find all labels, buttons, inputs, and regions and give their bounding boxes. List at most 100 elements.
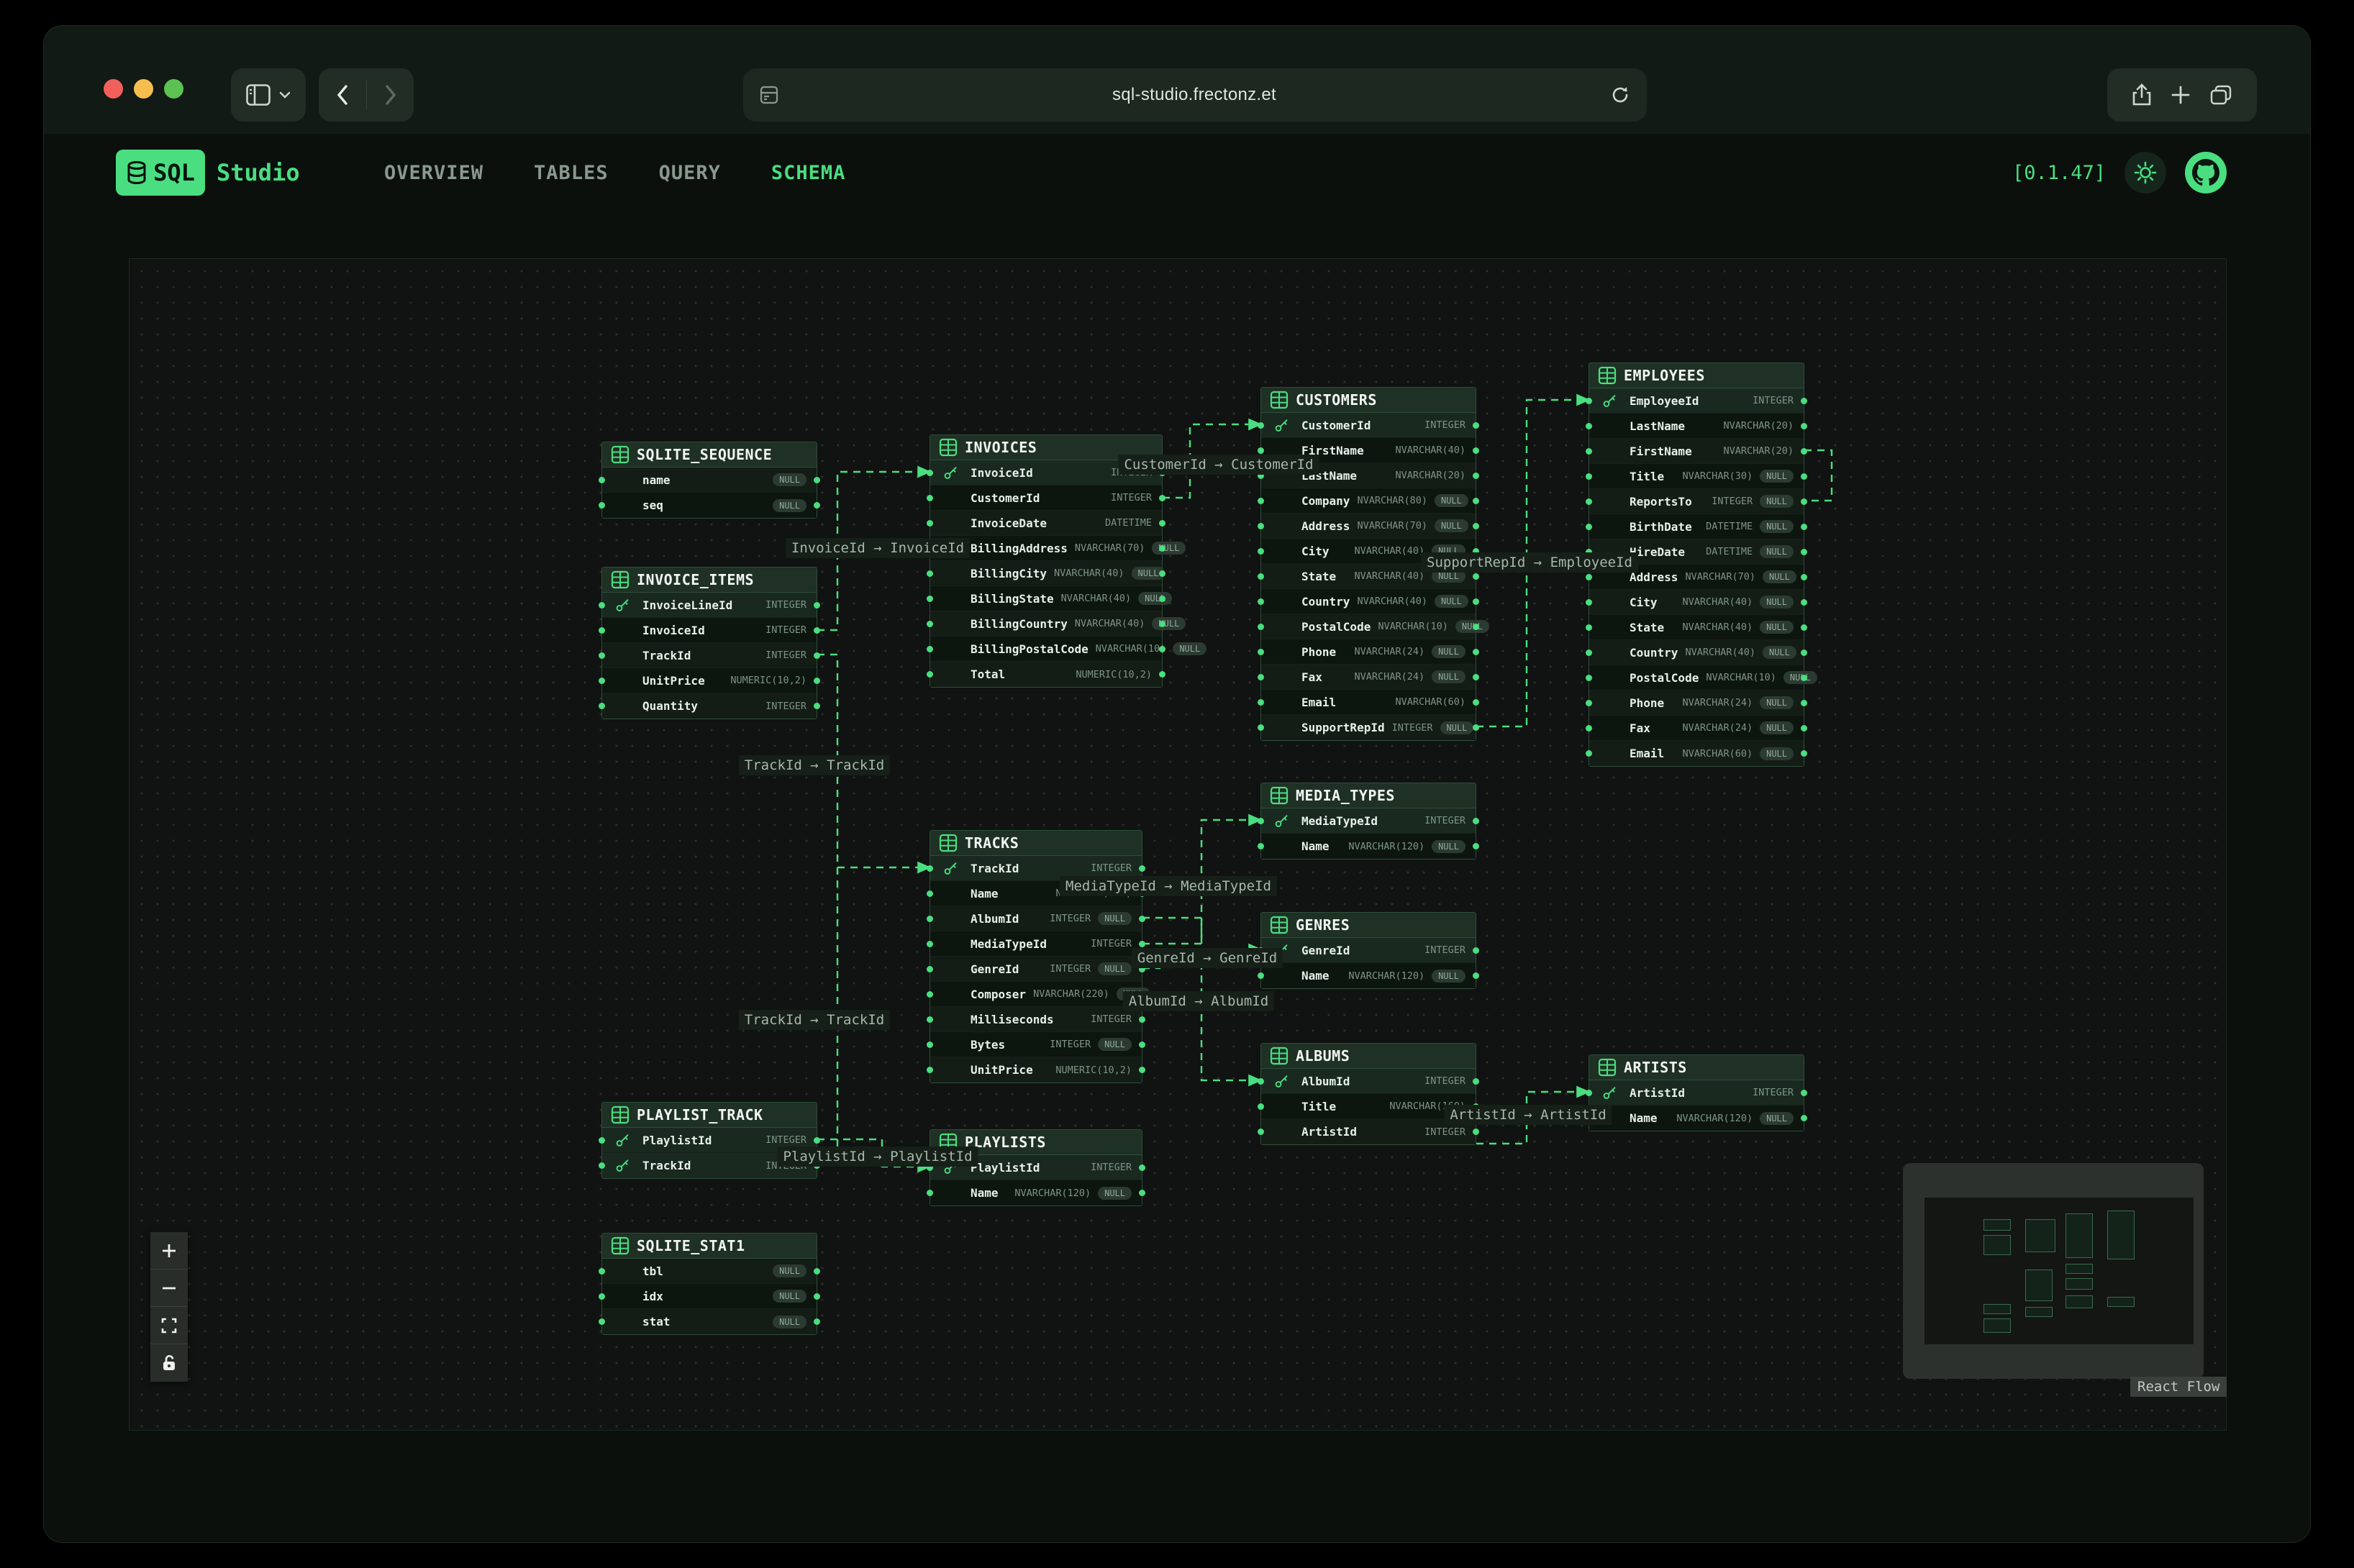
row-handle-left[interactable] [1586,750,1592,757]
row-handle-left[interactable] [927,1016,933,1023]
row-handle-left[interactable] [1586,448,1592,455]
row-handle-left[interactable] [927,596,933,602]
row-handle-left[interactable] [1586,423,1592,429]
tab-schema[interactable]: SCHEMA [771,162,846,184]
row-handle-left[interactable] [927,1190,933,1196]
row-handle-left[interactable] [599,1268,605,1275]
row-handle-right[interactable] [1159,646,1165,652]
row-handle-left[interactable] [599,652,605,659]
minimize-window-button[interactable] [134,79,153,99]
table-header[interactable]: EMPLOYEES [1589,363,1804,388]
row-handle-left[interactable] [927,570,933,577]
tab-query[interactable]: QUERY [659,162,721,184]
zoom-in-button[interactable] [150,1232,188,1270]
reload-icon[interactable] [1609,84,1631,106]
row-handle-left[interactable] [1258,843,1264,849]
table-node-tracks[interactable]: TRACKSTrackIdINTEGERNameNVARCHAR(200)Alb… [930,830,1142,1083]
tab-overview-icon[interactable] [2209,84,2232,106]
row-handle-right[interactable] [1801,1115,1807,1121]
row-handle-left[interactable] [599,1318,605,1325]
row-handle-left[interactable] [927,621,933,627]
share-icon[interactable] [2132,83,2152,106]
row-handle-left[interactable] [1258,548,1264,555]
reactflow-attribution[interactable]: React Flow [2130,1377,2227,1397]
row-handle-right[interactable] [1473,422,1479,429]
row-handle-right[interactable] [1473,624,1479,630]
table-node-sqlite_stat1[interactable]: SQLITE_STAT1tblNULLidxNULLstatNULL [601,1233,817,1335]
table-header[interactable]: ARTISTS [1589,1055,1804,1080]
row-handle-left[interactable] [599,703,605,709]
table-node-sqlite_sequence[interactable]: SQLITE_SEQUENCEnameNULLseqNULL [601,442,817,519]
row-handle-right[interactable] [1159,520,1165,527]
row-handle-left[interactable] [927,991,933,998]
row-handle-left[interactable] [927,646,933,652]
row-handle-left[interactable] [1586,524,1592,530]
row-handle-right[interactable] [1801,398,1807,404]
row-handle-left[interactable] [1258,573,1264,580]
row-handle-right[interactable] [1801,675,1807,681]
row-handle-right[interactable] [1473,573,1479,580]
row-handle-right[interactable] [1473,724,1479,731]
row-handle-left[interactable] [599,1293,605,1300]
row-handle-right[interactable] [1801,473,1807,480]
row-handle-left[interactable] [927,520,933,527]
row-handle-left[interactable] [1586,649,1592,656]
row-handle-right[interactable] [814,602,820,608]
maximize-window-button[interactable] [164,79,183,99]
fit-view-button[interactable] [150,1307,188,1344]
row-handle-right[interactable] [1801,599,1807,606]
row-handle-right[interactable] [1139,1041,1145,1048]
close-window-button[interactable] [104,79,123,99]
row-handle-right[interactable] [1801,423,1807,429]
row-handle-right[interactable] [1473,674,1479,680]
table-node-albums[interactable]: ALBUMSAlbumIdINTEGERTitleNVARCHAR(160)Ar… [1260,1043,1476,1145]
row-handle-left[interactable] [599,602,605,608]
row-handle-right[interactable] [1473,598,1479,605]
table-header[interactable]: MEDIA_TYPES [1261,783,1476,808]
row-handle-right[interactable] [814,1268,820,1275]
row-handle-right[interactable] [1139,1164,1145,1171]
sidebar-toggle-button[interactable] [231,68,306,122]
row-handle-right[interactable] [814,502,820,509]
row-handle-left[interactable] [599,477,605,483]
row-handle-right[interactable] [1473,843,1479,849]
row-handle-right[interactable] [1473,699,1479,706]
row-handle-right[interactable] [1473,649,1479,655]
row-handle-left[interactable] [599,1162,605,1169]
row-handle-right[interactable] [1801,624,1807,631]
row-handle-right[interactable] [814,703,820,709]
row-handle-right[interactable] [1139,941,1145,947]
row-handle-right[interactable] [1801,574,1807,580]
row-handle-left[interactable] [927,916,933,922]
row-handle-left[interactable] [927,495,933,501]
row-handle-left[interactable] [1586,574,1592,580]
row-handle-left[interactable] [1258,699,1264,706]
row-handle-right[interactable] [1159,596,1165,602]
row-handle-right[interactable] [1139,1190,1145,1196]
table-node-media_types[interactable]: MEDIA_TYPESMediaTypeIdINTEGERNameNVARCHA… [1260,783,1476,860]
row-handle-left[interactable] [599,502,605,509]
table-node-artists[interactable]: ARTISTSArtistIdINTEGERNameNVARCHAR(120)N… [1589,1054,1804,1131]
row-handle-left[interactable] [1258,649,1264,655]
table-node-playlist_track[interactable]: PLAYLIST_TRACKPlaylistIdINTEGERTrackIdIN… [601,1102,817,1179]
github-link[interactable] [2185,152,2227,193]
table-header[interactable]: GENRES [1261,913,1476,938]
row-handle-right[interactable] [1473,972,1479,979]
row-handle-left[interactable] [1258,674,1264,680]
row-handle-right[interactable] [1801,448,1807,455]
forward-button[interactable] [367,84,414,106]
row-handle-right[interactable] [1473,498,1479,504]
table-header[interactable]: SQLITE_SEQUENCE [602,442,817,468]
row-handle-right[interactable] [1801,549,1807,555]
row-handle-right[interactable] [1139,1067,1145,1073]
row-handle-left[interactable] [1586,599,1592,606]
table-header[interactable]: SQLITE_STAT1 [602,1234,817,1259]
row-handle-left[interactable] [927,966,933,972]
row-handle-right[interactable] [814,477,820,483]
table-node-invoice_items[interactable]: INVOICE_ITEMSInvoiceLineIdINTEGERInvoice… [601,567,817,719]
row-handle-right[interactable] [1473,947,1479,954]
row-handle-left[interactable] [1258,1078,1264,1085]
row-handle-left[interactable] [1258,818,1264,824]
tab-tables[interactable]: TABLES [534,162,609,184]
row-handle-left[interactable] [927,1067,933,1073]
